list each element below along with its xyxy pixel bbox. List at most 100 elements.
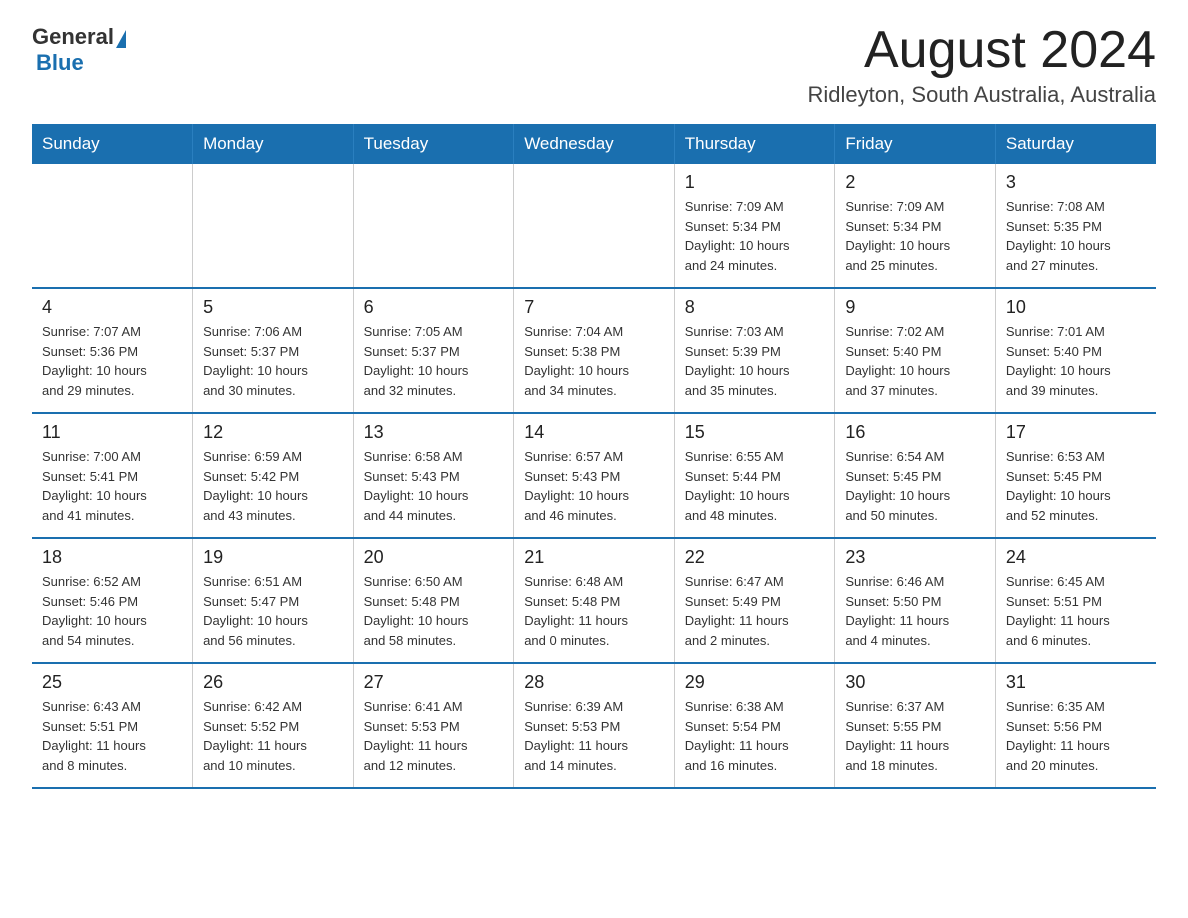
day-info: Sunrise: 6:46 AMSunset: 5:50 PMDaylight:… [845,572,985,650]
day-number: 29 [685,672,825,693]
day-cell: 7 Sunrise: 7:04 AMSunset: 5:38 PMDaylight… [514,288,675,413]
day-info: Sunrise: 6:43 AMSunset: 5:51 PMDaylight:… [42,697,182,775]
header-cell-monday: Monday [193,124,354,164]
day-number: 31 [1006,672,1146,693]
day-number: 28 [524,672,664,693]
day-cell: 20 Sunrise: 6:50 AMSunset: 5:48 PMDayligh… [353,538,514,663]
day-number: 11 [42,422,182,443]
day-info: Sunrise: 6:47 AMSunset: 5:49 PMDaylight:… [685,572,825,650]
page-header: General Blue August 2024 Ridleyton, Sout… [32,24,1156,108]
day-info: Sunrise: 6:45 AMSunset: 5:51 PMDaylight:… [1006,572,1146,650]
day-number: 3 [1006,172,1146,193]
header-row: SundayMondayTuesdayWednesdayThursdayFrid… [32,124,1156,164]
day-info: Sunrise: 6:54 AMSunset: 5:45 PMDaylight:… [845,447,985,525]
day-info: Sunrise: 6:42 AMSunset: 5:52 PMDaylight:… [203,697,343,775]
header-cell-friday: Friday [835,124,996,164]
header-cell-saturday: Saturday [995,124,1156,164]
day-cell: 31 Sunrise: 6:35 AMSunset: 5:56 PMDayligh… [995,663,1156,788]
day-info: Sunrise: 6:39 AMSunset: 5:53 PMDaylight:… [524,697,664,775]
day-number: 23 [845,547,985,568]
day-number: 19 [203,547,343,568]
title-area: August 2024 Ridleyton, South Australia, … [807,24,1156,108]
day-cell: 15Sunrise: 6:55 AMSunset: 5:44 PMDayligh… [674,413,835,538]
day-number: 24 [1006,547,1146,568]
header-cell-wednesday: Wednesday [514,124,675,164]
day-number: 17 [1006,422,1146,443]
week-row-4: 18 Sunrise: 6:52 AMSunset: 5:46 PMDayligh… [32,538,1156,663]
day-cell: 17 Sunrise: 6:53 AMSunset: 5:45 PMDayligh… [995,413,1156,538]
day-cell [193,164,354,288]
day-cell: 16Sunrise: 6:54 AMSunset: 5:45 PMDayligh… [835,413,996,538]
day-cell: 9 Sunrise: 7:02 AMSunset: 5:40 PMDaylight… [835,288,996,413]
day-info: Sunrise: 6:52 AMSunset: 5:46 PMDaylight:… [42,572,182,650]
day-number: 7 [524,297,664,318]
day-cell: 1Sunrise: 7:09 AMSunset: 5:34 PMDaylight… [674,164,835,288]
day-cell: 10Sunrise: 7:01 AMSunset: 5:40 PMDayligh… [995,288,1156,413]
day-cell: 25 Sunrise: 6:43 AMSunset: 5:51 PMDayligh… [32,663,193,788]
calendar-body: 1Sunrise: 7:09 AMSunset: 5:34 PMDaylight… [32,164,1156,788]
week-row-3: 11Sunrise: 7:00 AMSunset: 5:41 PMDayligh… [32,413,1156,538]
day-info: Sunrise: 7:02 AMSunset: 5:40 PMDaylight:… [845,322,985,400]
day-cell: 28 Sunrise: 6:39 AMSunset: 5:53 PMDayligh… [514,663,675,788]
day-cell: 21Sunrise: 6:48 AMSunset: 5:48 PMDayligh… [514,538,675,663]
logo-text-blue: Blue [36,50,84,76]
day-number: 6 [364,297,504,318]
day-info: Sunrise: 7:04 AMSunset: 5:38 PMDaylight:… [524,322,664,400]
day-cell: 30Sunrise: 6:37 AMSunset: 5:55 PMDayligh… [835,663,996,788]
week-row-1: 1Sunrise: 7:09 AMSunset: 5:34 PMDaylight… [32,164,1156,288]
day-info: Sunrise: 6:37 AMSunset: 5:55 PMDaylight:… [845,697,985,775]
day-info: Sunrise: 6:35 AMSunset: 5:56 PMDaylight:… [1006,697,1146,775]
day-number: 21 [524,547,664,568]
day-info: Sunrise: 6:38 AMSunset: 5:54 PMDaylight:… [685,697,825,775]
day-info: Sunrise: 6:51 AMSunset: 5:47 PMDaylight:… [203,572,343,650]
header-cell-thursday: Thursday [674,124,835,164]
day-cell: 19 Sunrise: 6:51 AMSunset: 5:47 PMDayligh… [193,538,354,663]
day-number: 12 [203,422,343,443]
day-number: 26 [203,672,343,693]
day-info: Sunrise: 7:06 AMSunset: 5:37 PMDaylight:… [203,322,343,400]
day-number: 22 [685,547,825,568]
day-cell: 4 Sunrise: 7:07 AMSunset: 5:36 PMDaylight… [32,288,193,413]
day-number: 8 [685,297,825,318]
day-number: 27 [364,672,504,693]
day-number: 18 [42,547,182,568]
day-info: Sunrise: 6:58 AMSunset: 5:43 PMDaylight:… [364,447,504,525]
day-number: 13 [364,422,504,443]
day-cell: 23 Sunrise: 6:46 AMSunset: 5:50 PMDayligh… [835,538,996,663]
day-info: Sunrise: 6:50 AMSunset: 5:48 PMDaylight:… [364,572,504,650]
day-cell: 26 Sunrise: 6:42 AMSunset: 5:52 PMDayligh… [193,663,354,788]
logo-triangle-icon [116,30,126,48]
day-cell: 13 Sunrise: 6:58 AMSunset: 5:43 PMDayligh… [353,413,514,538]
day-info: Sunrise: 7:09 AMSunset: 5:34 PMDaylight:… [685,197,825,275]
logo-text-general: General [32,24,114,50]
day-info: Sunrise: 7:03 AMSunset: 5:39 PMDaylight:… [685,322,825,400]
day-cell: 6 Sunrise: 7:05 AMSunset: 5:37 PMDaylight… [353,288,514,413]
day-number: 9 [845,297,985,318]
day-cell: 11Sunrise: 7:00 AMSunset: 5:41 PMDayligh… [32,413,193,538]
header-cell-tuesday: Tuesday [353,124,514,164]
day-number: 14 [524,422,664,443]
day-cell [514,164,675,288]
day-cell: 5Sunrise: 7:06 AMSunset: 5:37 PMDaylight… [193,288,354,413]
week-row-5: 25 Sunrise: 6:43 AMSunset: 5:51 PMDayligh… [32,663,1156,788]
day-info: Sunrise: 6:53 AMSunset: 5:45 PMDaylight:… [1006,447,1146,525]
day-number: 4 [42,297,182,318]
day-number: 20 [364,547,504,568]
calendar-table: SundayMondayTuesdayWednesdayThursdayFrid… [32,124,1156,789]
day-cell [353,164,514,288]
day-info: Sunrise: 6:41 AMSunset: 5:53 PMDaylight:… [364,697,504,775]
location-subtitle: Ridleyton, South Australia, Australia [807,82,1156,108]
logo: General Blue [32,24,126,76]
day-info: Sunrise: 6:59 AMSunset: 5:42 PMDaylight:… [203,447,343,525]
month-year-title: August 2024 [807,24,1156,76]
day-cell: 3Sunrise: 7:08 AMSunset: 5:35 PMDaylight… [995,164,1156,288]
day-info: Sunrise: 7:07 AMSunset: 5:36 PMDaylight:… [42,322,182,400]
day-number: 25 [42,672,182,693]
day-info: Sunrise: 7:05 AMSunset: 5:37 PMDaylight:… [364,322,504,400]
week-row-2: 4 Sunrise: 7:07 AMSunset: 5:36 PMDaylight… [32,288,1156,413]
day-cell: 27 Sunrise: 6:41 AMSunset: 5:53 PMDayligh… [353,663,514,788]
header-cell-sunday: Sunday [32,124,193,164]
day-info: Sunrise: 6:57 AMSunset: 5:43 PMDaylight:… [524,447,664,525]
day-cell: 22 Sunrise: 6:47 AMSunset: 5:49 PMDayligh… [674,538,835,663]
day-number: 15 [685,422,825,443]
